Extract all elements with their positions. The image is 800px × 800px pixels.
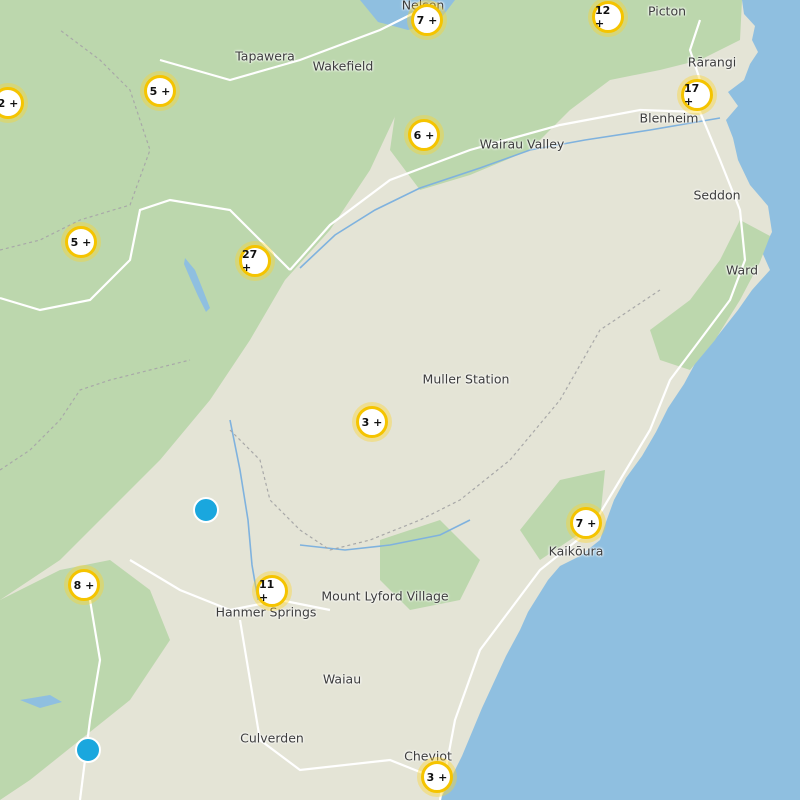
- cluster-marker[interactable]: 7 +: [566, 503, 606, 543]
- cluster-marker[interactable]: 6 +: [404, 115, 444, 155]
- cluster-count: 5 +: [144, 75, 176, 107]
- cluster-count: 17 +: [681, 79, 713, 111]
- cluster-marker[interactable]: 8 +: [64, 565, 104, 605]
- cluster-marker[interactable]: 17 +: [677, 75, 717, 115]
- cluster-count: 6 +: [408, 119, 440, 151]
- cluster-count: 3 +: [421, 761, 453, 793]
- cluster-marker[interactable]: 3 +: [352, 402, 392, 442]
- cluster-marker[interactable]: 27 +: [235, 241, 275, 281]
- cluster-count: 8 +: [68, 569, 100, 601]
- cluster-marker[interactable]: 7 +: [407, 0, 447, 40]
- cluster-marker[interactable]: 11 +: [252, 571, 292, 611]
- cluster-count: 12 +: [592, 1, 624, 33]
- single-location-marker[interactable]: [75, 737, 101, 763]
- cluster-marker[interactable]: 3 +: [417, 757, 457, 797]
- cluster-count: 27 +: [239, 245, 271, 277]
- cluster-count: 3 +: [356, 406, 388, 438]
- cluster-count: 5 +: [65, 226, 97, 258]
- map-canvas[interactable]: [0, 0, 800, 800]
- cluster-marker[interactable]: 5 +: [140, 71, 180, 111]
- cluster-count: 7 +: [570, 507, 602, 539]
- cluster-count: 2 +: [0, 87, 24, 119]
- cluster-count: 11 +: [256, 575, 288, 607]
- cluster-count: 7 +: [411, 4, 443, 36]
- single-location-marker[interactable]: [193, 497, 219, 523]
- cluster-marker[interactable]: 5 +: [61, 222, 101, 262]
